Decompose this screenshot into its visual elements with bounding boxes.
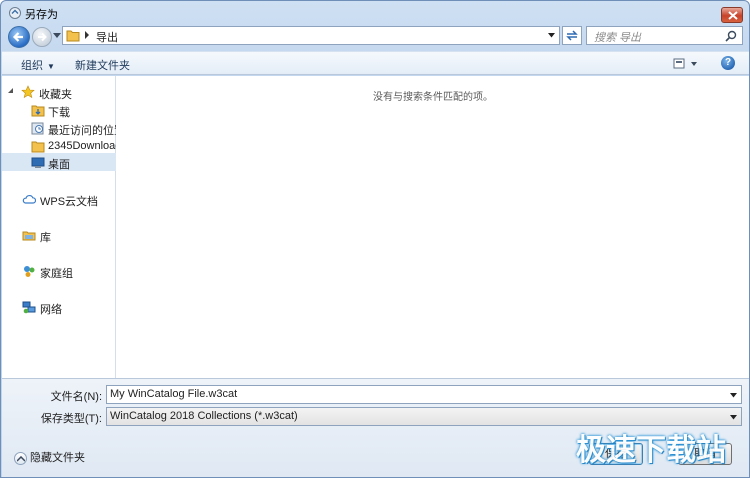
organize-label: 组织 xyxy=(21,60,43,72)
cloud-icon xyxy=(22,194,36,204)
chevron-down-icon: ▼ xyxy=(47,62,55,71)
help-icon[interactable]: ? xyxy=(721,56,735,70)
nav-item-downloads[interactable]: 下载 xyxy=(2,101,116,119)
navigation-bar: 导出 搜索 导出 xyxy=(1,25,749,48)
network-icon xyxy=(22,301,36,314)
nav-item-recent-places[interactable]: 最近访问的位置 xyxy=(2,119,116,137)
recent-places-icon xyxy=(31,122,44,135)
nav-item-label: WPS云文档 xyxy=(40,196,99,208)
filetype-select[interactable]: WinCatalog 2018 Collections (*.w3cat) xyxy=(106,407,742,426)
search-placeholder: 搜索 导出 xyxy=(594,32,642,44)
downloads-folder-icon xyxy=(31,105,45,117)
homegroup-icon xyxy=(24,266,35,277)
title-bar: 另存为 xyxy=(1,1,749,25)
back-button[interactable] xyxy=(8,26,30,48)
filename-value: My WinCatalog File.w3cat xyxy=(110,388,238,400)
breadcrumb-separator-icon[interactable] xyxy=(84,31,90,39)
forward-arrow-icon xyxy=(38,32,47,42)
file-list-pane[interactable]: 没有与搜索条件匹配的项。 xyxy=(117,76,749,378)
nav-item-desktop[interactable]: 桌面 xyxy=(2,153,116,171)
back-arrow-icon xyxy=(12,32,23,42)
refresh-button[interactable] xyxy=(562,26,582,45)
organize-menu[interactable]: 组织 ▼ xyxy=(21,57,55,73)
folder-icon xyxy=(31,141,45,153)
nav-item-label: 库 xyxy=(40,232,51,244)
filename-input[interactable]: My WinCatalog File.w3cat xyxy=(106,385,742,404)
new-folder-button[interactable]: 新建文件夹 xyxy=(75,57,130,73)
chevron-down-icon xyxy=(730,415,737,420)
star-icon xyxy=(21,85,35,99)
nav-item-label: 桌面 xyxy=(48,159,70,171)
save-as-icon xyxy=(9,7,21,19)
nav-item-homegroup[interactable]: 家庭组 xyxy=(2,262,116,280)
nav-item-favorites[interactable]: 收藏夹 xyxy=(2,83,116,101)
nav-item-network[interactable]: 网络 xyxy=(2,298,116,316)
save-as-dialog: 另存为 导出 搜索 导出 组织 ▼ 新建文件夹 ? 收藏夹 下载 最近访问的位 … xyxy=(0,0,750,478)
browser-area: 收藏夹 下载 最近访问的位置 xyxy=(2,76,749,378)
search-input[interactable]: 搜索 导出 xyxy=(586,26,743,45)
breadcrumb-current[interactable]: 导出 xyxy=(96,29,118,45)
navigation-pane[interactable]: 收藏夹 下载 最近访问的位置 xyxy=(2,76,116,378)
nav-item-libraries[interactable]: 库 xyxy=(2,226,116,244)
close-icon xyxy=(728,11,738,20)
nav-item-wps-cloud[interactable]: WPS云文档 xyxy=(2,190,116,208)
empty-results-message: 没有与搜索条件匹配的项。 xyxy=(373,92,493,103)
hide-folders-toggle[interactable]: 隐藏文件夹 xyxy=(14,449,85,465)
refresh-icon xyxy=(566,30,578,41)
nav-item-label: 2345Downloads xyxy=(48,140,116,152)
address-dropdown-icon[interactable] xyxy=(548,33,555,38)
nav-item-label: 收藏夹 xyxy=(39,89,72,101)
desktop-icon xyxy=(31,157,45,168)
library-icon xyxy=(22,231,36,241)
hide-folders-label: 隐藏文件夹 xyxy=(30,452,85,464)
site-watermark: 极速下载站 xyxy=(576,434,726,467)
close-button[interactable] xyxy=(721,7,743,23)
forward-button[interactable] xyxy=(32,27,52,47)
address-bar[interactable]: 导出 xyxy=(62,26,560,45)
filetype-value: WinCatalog 2018 Collections (*.w3cat) xyxy=(110,410,298,422)
recent-pages-dropdown-icon[interactable] xyxy=(53,33,61,39)
chevron-up-icon xyxy=(14,451,27,465)
nav-item-label: 下载 xyxy=(48,107,70,119)
search-icon[interactable] xyxy=(725,30,737,42)
folder-icon xyxy=(66,30,80,42)
command-toolbar: 组织 ▼ 新建文件夹 ? xyxy=(2,51,749,75)
filetype-label: 保存类型(T): xyxy=(40,413,102,425)
filename-dropdown-icon[interactable] xyxy=(730,393,737,398)
collapse-arrow-icon[interactable] xyxy=(8,88,14,94)
nav-item-label: 家庭组 xyxy=(40,268,73,280)
nav-item-label: 网络 xyxy=(40,304,62,316)
change-view-icon[interactable] xyxy=(673,57,699,71)
nav-item-label: 最近访问的位置 xyxy=(48,125,116,137)
filename-label: 文件名(N): xyxy=(50,391,102,403)
window-title: 另存为 xyxy=(25,9,58,21)
